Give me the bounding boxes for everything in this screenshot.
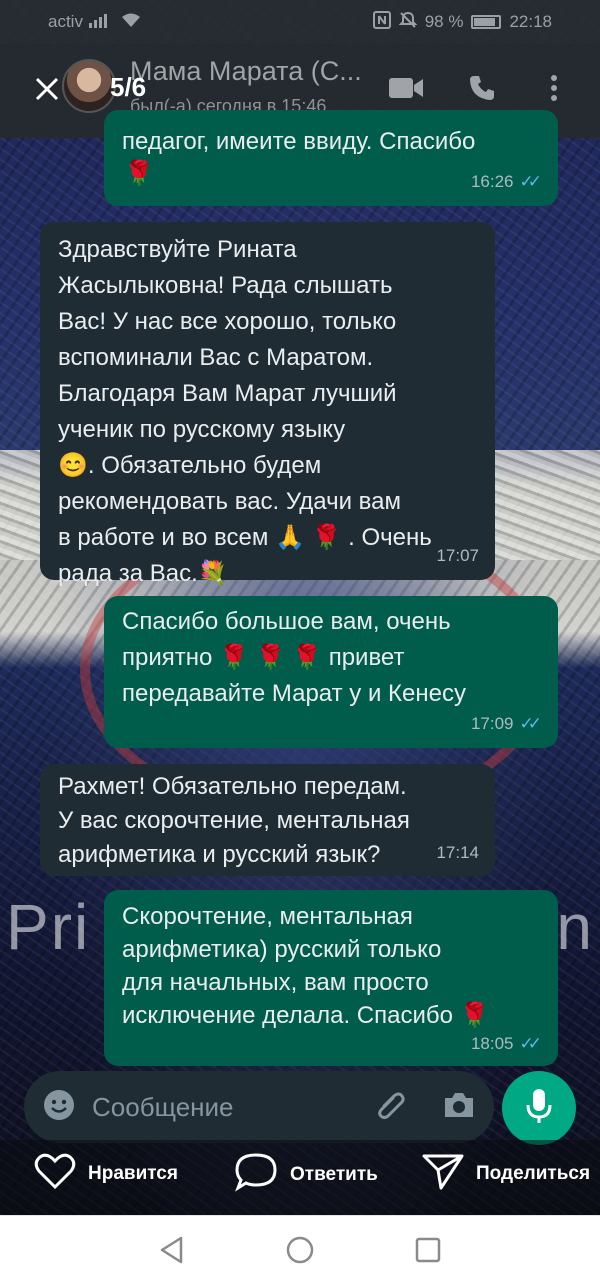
- wallpaper-text-right: n: [556, 891, 594, 963]
- message-time: 17:07: [436, 546, 479, 565]
- home-icon[interactable]: [284, 1234, 316, 1266]
- attach-icon[interactable]: [374, 1088, 408, 1127]
- battery-icon: [471, 15, 502, 29]
- recents-icon[interactable]: [412, 1234, 444, 1266]
- message-line-with-emoji: рада за Вас.💐: [58, 556, 479, 592]
- like-label: Нравится: [88, 1163, 178, 1184]
- reply-label: Ответить: [290, 1164, 378, 1185]
- message-bubble-outgoing[interactable]: Скорочтение, ментальная арифметика) русс…: [104, 890, 558, 1066]
- status-bar: activ 98 % 22:18: [0, 0, 600, 44]
- message-text: педагог, имеите ввиду. Спасибо: [122, 128, 476, 155]
- message-bubble-incoming[interactable]: Рахмет! Обязательно передам. У вас скоро…: [40, 764, 495, 876]
- rose-emoji-icon: 🌹: [255, 644, 286, 671]
- reply-button[interactable]: Ответить: [234, 1152, 378, 1198]
- microphone-icon: [524, 1087, 554, 1130]
- message-input[interactable]: [92, 1091, 362, 1123]
- read-check-icon: ✓✓: [519, 1034, 542, 1053]
- message-line: привет: [328, 644, 405, 671]
- back-icon[interactable]: [156, 1234, 188, 1266]
- message-line: для начальных, вам просто: [122, 969, 429, 996]
- message-line: . Обязательно будем: [87, 452, 322, 479]
- message-line-with-emoji: 😊. Обязательно будем: [58, 448, 479, 484]
- wallpaper-text-left: Pri: [6, 891, 91, 963]
- like-button[interactable]: Нравится: [34, 1152, 178, 1196]
- share-label: Поделиться: [476, 1163, 591, 1184]
- message-line: Благодаря Вам Марат лучший: [58, 380, 397, 407]
- chat-screen: Pri n activ 98 % 22:18 Мама Марата (С...…: [0, 0, 600, 1215]
- signal-icon: [88, 12, 115, 33]
- message-line: исключение делала. Спасибо: [122, 1002, 453, 1029]
- carrier-label: activ: [48, 12, 83, 31]
- emoji-icon[interactable]: [42, 1088, 76, 1127]
- wifi-icon: [121, 12, 141, 33]
- message-meta: 17:14: [436, 836, 479, 870]
- read-check-icon: ✓✓: [519, 172, 542, 191]
- message-line: Вас! У нас все хорошо, только: [58, 308, 397, 335]
- message-bubble-outgoing[interactable]: Спасибо большое вам, очень приятно 🌹 🌹 🌹…: [104, 596, 558, 748]
- avatar[interactable]: [62, 59, 116, 113]
- rose-emoji-icon: 🌹: [292, 644, 323, 671]
- message-line: арифметика и русский язык?: [58, 841, 381, 868]
- message-line: в работе и во всем: [58, 524, 269, 551]
- message-line: . Очень: [348, 524, 432, 551]
- message-meta: 16:26 ✓✓: [471, 164, 542, 200]
- message-line: вспоминали Вас с Маратом.: [58, 344, 374, 371]
- smile-emoji-icon: 😊: [58, 452, 88, 479]
- message-composer: [24, 1071, 494, 1143]
- message-line: Спасибо большое вам, очень: [122, 608, 451, 635]
- system-nav-bar: [0, 1215, 600, 1283]
- message-meta: 17:07: [436, 538, 479, 574]
- message-meta: 17:09 ✓✓: [471, 706, 542, 742]
- battery-percent: 98 %: [424, 12, 464, 31]
- heart-icon: [34, 1152, 76, 1196]
- message-line: У вас скорочтение, ментальная: [58, 807, 410, 834]
- message-line: Жасылыковна! Рада слышать: [58, 272, 393, 299]
- mute-icon: [398, 11, 418, 34]
- camera-icon[interactable]: [442, 1090, 476, 1125]
- rose-emoji-icon: 🌹: [459, 1002, 490, 1029]
- message-line: Здравствуйте Рината: [58, 236, 297, 263]
- message-time: 18:05: [470, 1034, 514, 1053]
- contact-name[interactable]: Мама Марата (С...: [130, 56, 362, 87]
- message-time: 17:09: [470, 714, 514, 733]
- status-time: 22:18: [509, 12, 552, 31]
- speech-bubble-icon: [234, 1152, 278, 1198]
- message-line: рекомендовать вас. Удачи вам: [58, 488, 401, 515]
- share-button[interactable]: Поделиться: [422, 1152, 590, 1196]
- message-time: 17:14: [436, 843, 479, 862]
- message-bubble-incoming[interactable]: Здравствуйте Рината Жасылыковна! Рада сл…: [40, 222, 495, 587]
- rose-emoji-icon: 🌹: [219, 644, 249, 671]
- message-time: 16:26: [470, 172, 514, 191]
- rose-emoji-icon: 🌹: [124, 160, 154, 187]
- message-line: Рахмет! Обязательно передам.: [58, 773, 407, 800]
- phone-call-icon[interactable]: [462, 68, 502, 108]
- voice-message-button[interactable]: [502, 1071, 576, 1145]
- read-check-icon: ✓✓: [519, 714, 542, 733]
- image-counter: 5/6: [110, 72, 147, 102]
- more-options-icon[interactable]: [534, 68, 574, 108]
- pray-emoji-icon: 🙏: [275, 524, 305, 551]
- post-action-bar: Нравится Ответить Поделиться: [0, 1140, 600, 1215]
- message-line: Скорочтение, ментальная: [122, 903, 413, 930]
- rose-emoji-icon: 🌹: [311, 524, 342, 551]
- nfc-icon: [372, 10, 391, 34]
- message-line: приятно: [122, 644, 213, 671]
- bouquet-emoji-icon: 💐: [197, 560, 228, 587]
- message-meta: 18:05 ✓✓: [471, 1027, 542, 1060]
- message-line-with-emoji: в работе и во всем 🙏 🌹 . Очень: [58, 520, 479, 556]
- message-bubble-outgoing[interactable]: педагог, имеите ввиду. Спасибо 🌹 16:26 ✓…: [104, 110, 558, 206]
- message-line: арифметика) русский только: [122, 936, 442, 963]
- close-icon[interactable]: [30, 74, 64, 108]
- send-arrow-icon: [422, 1152, 464, 1196]
- video-call-icon[interactable]: [386, 68, 426, 108]
- message-line: рада за Вас.: [58, 560, 198, 587]
- message-line-with-emoji: приятно 🌹 🌹 🌹 привет: [122, 640, 542, 676]
- message-line: ученик по русскому языку: [58, 416, 346, 443]
